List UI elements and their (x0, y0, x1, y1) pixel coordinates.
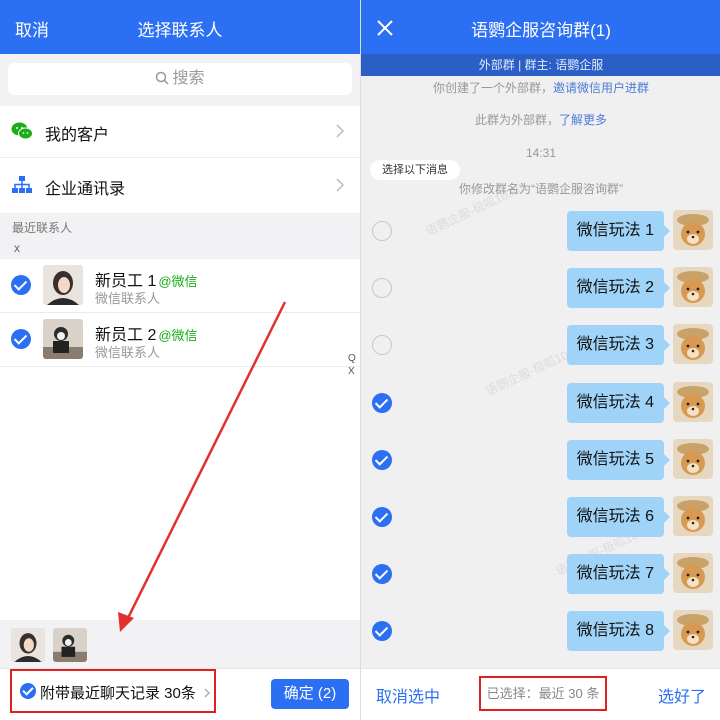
checked-icon[interactable] (372, 392, 392, 413)
unchecked-icon[interactable] (372, 221, 392, 241)
avatar (673, 324, 713, 365)
select-messages-pill[interactable]: 选择以下消息 (370, 160, 460, 180)
avatar (673, 267, 713, 308)
wechat-tag: @微信 (158, 328, 198, 343)
side-index-x[interactable]: X (348, 365, 356, 378)
group-chat-panel: 语鹦企服咨询群(1) 外部群 | 群主: 语鹦企服 你创建了一个外部群，邀请微信… (360, 0, 720, 720)
message-bubble: 微信玩法 7 (566, 554, 671, 595)
confirm-button[interactable]: 确定 (2) (271, 679, 349, 709)
message-bubble: 微信玩法 1 (566, 211, 671, 251)
search-placeholder: 搜索 (172, 70, 205, 87)
company-directory-row[interactable]: 企业通讯录 (0, 160, 360, 212)
selected-avatar[interactable] (11, 628, 45, 662)
message-row[interactable]: 微信玩法 6 (361, 494, 720, 540)
org-chart-icon (11, 175, 33, 200)
message-bubble: 微信玩法 8 (566, 611, 671, 652)
message-bubble: 微信玩法 5 (566, 439, 671, 480)
avatar (673, 438, 713, 479)
message-row[interactable]: 微信玩法 5 (361, 437, 720, 483)
picker-bottom-bar: 附带最近聊天记录 30条 确定 (2) (0, 668, 360, 720)
checked-icon (20, 683, 36, 699)
checked-icon[interactable] (11, 329, 31, 349)
index-letter: x (0, 237, 360, 259)
chat-header: 语鹦企服咨询群(1) (361, 0, 720, 54)
chevron-right-icon (336, 124, 345, 143)
avatar (43, 319, 83, 359)
attach-chat-history-toggle[interactable]: 附带最近聊天记录 30条 (10, 669, 216, 713)
message-bubble: 微信玩法 4 (566, 382, 671, 423)
side-index-search[interactable]: Q (348, 352, 356, 365)
avatar (673, 496, 713, 536)
selected-contacts-strip (0, 620, 360, 668)
cancel-selection-button[interactable]: 取消选中 (376, 683, 440, 707)
system-message: 你创建了一个外部群，邀请微信用户进群 (361, 79, 720, 96)
message-row[interactable]: 微信玩法 2 (361, 265, 720, 311)
chevron-right-icon (204, 685, 210, 703)
recent-contacts-heading: 最近联系人 (0, 213, 360, 237)
selected-count-label: 已选择：最近 30 条 (479, 676, 607, 711)
attach-chat-history-label: 附带最近聊天记录 30条 (40, 685, 196, 702)
search-input[interactable]: 搜索 (8, 63, 352, 95)
message-row[interactable]: 微信玩法 4 (361, 380, 720, 426)
message-row[interactable]: 微信玩法 1 (361, 208, 720, 254)
avatar (43, 265, 83, 305)
checked-icon[interactable] (372, 449, 392, 470)
search-bar: 搜索 (0, 54, 360, 106)
side-index-bar[interactable]: Q X (348, 352, 356, 378)
chat-title: 语鹦企服咨询群(1) (471, 21, 611, 40)
page-title: 选择联系人 (137, 21, 223, 40)
system-text: 此群为外部群， (474, 113, 559, 127)
avatar (673, 610, 713, 651)
avatar (673, 381, 713, 422)
selected-avatar[interactable] (53, 628, 87, 662)
my-customers-label: 我的客户 (45, 127, 110, 144)
contact-row[interactable]: 新员工 2 @微信 微信联系人 (0, 313, 360, 367)
timestamp: 14:31 (525, 146, 557, 160)
unchecked-icon[interactable] (372, 335, 392, 356)
checked-icon[interactable] (11, 275, 31, 295)
wechat-tag: @微信 (158, 274, 198, 289)
search-icon (156, 71, 170, 85)
selection-bottom-bar: 取消选中 已选择：最近 30 条 选好了 (361, 668, 720, 720)
contact-type: 微信联系人 (95, 291, 161, 306)
company-directory-label: 企业通讯录 (45, 181, 126, 198)
rename-notice: 你修改群名为“语鹦企服咨询群” (459, 182, 623, 196)
picker-header: 取消 选择联系人 (0, 0, 360, 54)
system-text: 你创建了一个外部群， (432, 81, 553, 95)
message-row[interactable]: 微信玩法 8 (361, 608, 720, 654)
unchecked-icon[interactable] (372, 278, 392, 299)
contact-type: 微信联系人 (95, 345, 161, 360)
done-button[interactable]: 选好了 (658, 683, 706, 707)
contact-picker-panel: 取消 选择联系人 搜索 我的客户 企业通讯录 最近联系人 x 新员工 1 @微信 … (0, 0, 360, 720)
my-customers-row[interactable]: 我的客户 (0, 106, 360, 158)
avatar (673, 210, 713, 250)
message-row[interactable]: 微信玩法 3 (361, 322, 720, 368)
chevron-right-icon (336, 178, 345, 197)
wechat-icon (11, 121, 33, 146)
message-bubble: 微信玩法 2 (566, 268, 671, 309)
message-bubble: 微信玩法 3 (566, 325, 671, 366)
checked-icon[interactable] (372, 507, 392, 527)
checked-icon[interactable] (372, 621, 392, 642)
message-bubble: 微信玩法 6 (566, 497, 671, 537)
group-info-bar: 外部群 | 群主: 语鹦企服 (361, 54, 720, 76)
checked-icon[interactable] (372, 564, 392, 585)
system-message: 此群为外部群，了解更多 (361, 111, 720, 128)
message-row[interactable]: 微信玩法 7 (361, 551, 720, 597)
avatar (673, 553, 713, 594)
invite-link[interactable]: 邀请微信用户进群 (553, 81, 649, 95)
learn-more-link[interactable]: 了解更多 (559, 113, 607, 127)
contact-row[interactable]: 新员工 1 @微信 微信联系人 (0, 259, 360, 313)
